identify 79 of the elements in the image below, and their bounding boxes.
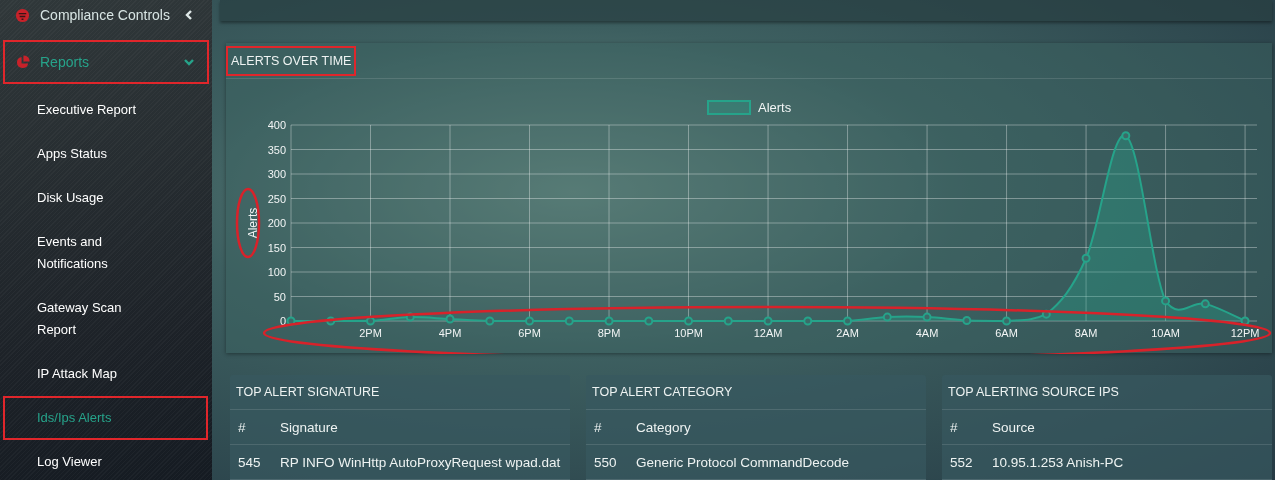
y-axis-label: Alerts	[246, 207, 260, 239]
y-tick-label: 400	[267, 119, 286, 131]
y-tick-label: 250	[267, 192, 286, 205]
sidebar-item[interactable]: Log Viewer	[37, 451, 102, 473]
x-tick-label: 8PM	[597, 327, 621, 339]
x-tick-label: 10AM	[1151, 327, 1180, 339]
data-point	[525, 316, 534, 326]
panel-title: TOP ALERT SIGNATURE	[236, 385, 380, 399]
x-tick-label: 8AM	[1074, 327, 1098, 339]
panel-title: TOP ALERTING SOURCE IPS	[948, 385, 1119, 399]
y-tick-label: 0	[279, 315, 286, 327]
data-point	[922, 312, 932, 322]
x-tick-label: 12AM	[753, 327, 783, 339]
data-point	[405, 312, 415, 322]
sidebar-section[interactable]: Reports	[3, 40, 209, 84]
data-point	[723, 316, 733, 326]
column-header: Signature	[279, 419, 339, 435]
table-cell-text: 545	[237, 454, 262, 470]
sidebar-item[interactable]: Executive Report	[37, 99, 136, 121]
x-tick-label: 6AM	[995, 327, 1018, 339]
table-cell-text: 10.95.1.253 Anish-PC	[991, 454, 1125, 470]
y-tick-label: 200	[267, 217, 286, 229]
x-tick-label: 4PM	[438, 327, 462, 339]
x-tick-label: 4AM	[915, 327, 939, 339]
table-cell-text: 550	[593, 454, 618, 470]
data-point	[763, 316, 773, 326]
data-point	[485, 316, 495, 326]
column-header: #	[949, 419, 959, 435]
data-point	[1081, 253, 1091, 263]
column-header: #	[593, 419, 603, 435]
column-header: #	[237, 419, 247, 435]
data-point	[445, 314, 455, 324]
sidebar-item[interactable]: Events and Notifications	[37, 231, 149, 275]
legend-label: Alerts	[758, 100, 792, 115]
data-point	[564, 316, 574, 326]
data-point	[684, 316, 694, 326]
data-point	[366, 316, 375, 326]
table-cell-text: RP INFO WinHttp AutoProxyRequest wpad.dat	[279, 454, 562, 470]
data-point	[604, 316, 614, 326]
data-point	[1200, 299, 1210, 309]
sidebar-item[interactable]: Gateway Scan Report	[37, 297, 149, 341]
data-point	[644, 316, 654, 326]
panel-title: TOP ALERT CATEGORY	[592, 385, 733, 399]
data-point	[326, 316, 336, 326]
x-tick-label: 2PM	[359, 327, 382, 339]
data-point	[1002, 316, 1012, 326]
sidebar-item[interactable]: Disk Usage	[37, 187, 104, 209]
sidebar-section[interactable]: Compliance Controls	[3, 2, 209, 28]
sidebar-item[interactable]: Apps Status	[37, 143, 108, 165]
sidebar-item[interactable]: Ids/Ips Alerts	[37, 407, 112, 429]
data-point	[1041, 309, 1051, 319]
data-point	[1240, 316, 1250, 326]
table-cell-text: Generic Protocol CommandDecode	[635, 454, 851, 470]
column-header: Source	[991, 419, 1036, 435]
x-tick-label: 6PM	[518, 327, 541, 339]
data-point	[1161, 296, 1171, 306]
pie-chart-icon	[15, 54, 30, 70]
data-point	[286, 316, 296, 326]
data-point	[843, 316, 853, 326]
x-tick-label: 2AM	[836, 327, 859, 339]
chevron-left-icon	[183, 9, 195, 21]
data-point	[962, 316, 972, 325]
x-tick-label: 10PM	[674, 327, 703, 339]
panel-title: ALERTS OVER TIME	[226, 45, 357, 76]
chevron-down-icon	[183, 56, 195, 68]
y-tick-label: 300	[267, 168, 286, 180]
legend-swatch	[707, 100, 751, 115]
y-tick-label: 150	[267, 241, 286, 254]
table-cell-text: 552	[949, 454, 974, 470]
y-tick-label: 350	[267, 143, 286, 156]
column-header: Category	[635, 419, 692, 435]
y-tick-label: 50	[273, 290, 286, 303]
badge-icon	[15, 7, 30, 23]
y-tick-label: 100	[267, 266, 286, 278]
data-point	[803, 316, 813, 326]
sidebar-item[interactable]: IP Attack Map	[37, 363, 117, 385]
x-tick-label: 12PM	[1230, 327, 1260, 339]
data-point	[882, 312, 892, 322]
data-point	[1121, 131, 1131, 141]
